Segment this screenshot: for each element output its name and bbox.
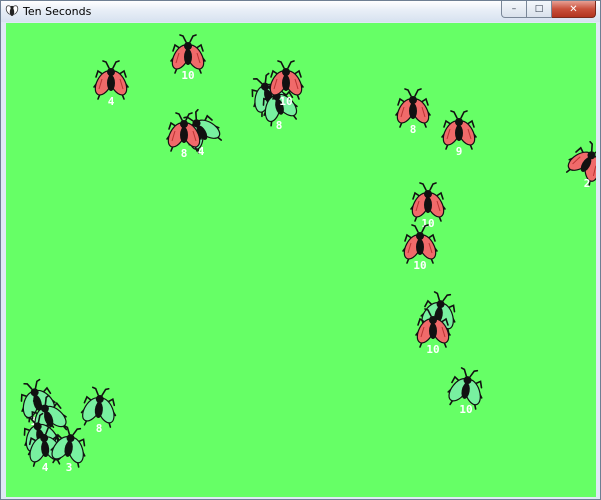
fly-head: [409, 96, 417, 104]
fly-value-label: 8: [96, 422, 103, 435]
fly-value-label: 10: [181, 69, 194, 82]
red-fly[interactable]: [440, 110, 479, 150]
fly-head: [184, 42, 192, 50]
fly-value-label: 10: [459, 403, 472, 416]
fly-head: [180, 120, 188, 128]
fly-body: [424, 197, 432, 213]
fly-body: [180, 127, 188, 143]
fly-head: [107, 68, 115, 76]
red-fly[interactable]: [561, 136, 596, 188]
title-bar[interactable]: Ten Seconds – □ ✕: [1, 1, 600, 22]
fly-value-label: 10: [413, 259, 426, 272]
minimize-button[interactable]: –: [501, 1, 527, 18]
fly-head: [455, 118, 463, 126]
fly-value-label: 10: [279, 95, 292, 108]
window-title: Ten Seconds: [23, 5, 92, 18]
fly-body: [282, 75, 290, 91]
close-button[interactable]: ✕: [552, 1, 596, 18]
fly-body: [107, 75, 115, 91]
fly-body: [455, 125, 463, 141]
fly-body: [409, 103, 417, 119]
fly-value-label: 10: [426, 343, 439, 356]
red-fly[interactable]: [409, 182, 448, 222]
red-fly[interactable]: [394, 88, 433, 128]
fly-layer: 4104810488921010810101038438: [20, 34, 596, 474]
red-fly[interactable]: [267, 60, 306, 100]
red-fly[interactable]: [92, 60, 131, 100]
fly-head: [416, 232, 424, 240]
fly-head: [429, 316, 437, 324]
fly-app-icon: [5, 5, 19, 16]
window-controls: – □ ✕: [501, 1, 596, 18]
fly-body: [416, 239, 424, 255]
maximize-button[interactable]: □: [527, 1, 552, 18]
fly-head: [282, 68, 290, 76]
fly-value-label: 8: [181, 147, 188, 160]
maximize-icon: □: [534, 4, 544, 14]
game-field[interactable]: 4104810488921010810101038438: [6, 23, 596, 497]
fly-value-label: 4: [108, 95, 115, 108]
close-icon: ✕: [569, 3, 578, 15]
fly-value-label: 8: [276, 119, 283, 132]
fly-body: [429, 323, 437, 339]
fly-value-label: 2: [584, 177, 591, 190]
red-fly[interactable]: [401, 224, 440, 264]
red-fly[interactable]: [169, 34, 208, 74]
fly-head: [424, 190, 432, 198]
red-fly[interactable]: [165, 112, 204, 152]
game-window: Ten Seconds – □ ✕ 4104810488921010810101…: [0, 0, 601, 500]
fly-value-label: 8: [410, 123, 417, 136]
fly-value-label: 3: [66, 461, 73, 474]
fly-body: [184, 49, 192, 65]
fly-value-label: 9: [456, 145, 463, 158]
fly-value-label: 4: [198, 145, 205, 158]
fly-value-label: 4: [42, 461, 49, 474]
minimize-icon: –: [511, 4, 517, 14]
